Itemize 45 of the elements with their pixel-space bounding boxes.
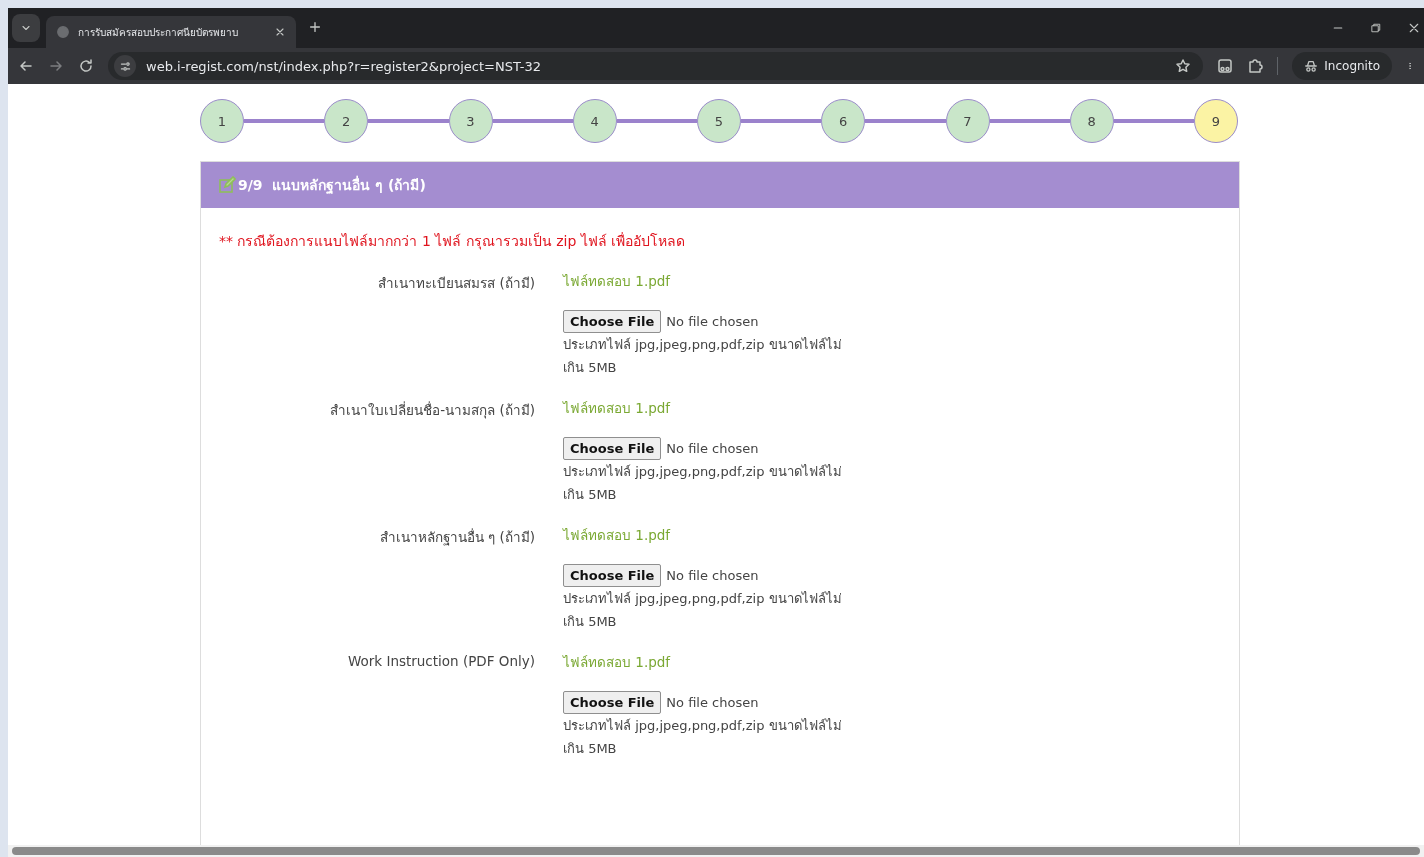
edit-icon [218,176,236,194]
file-hint: ประเภทไฟล์ jpg,jpeg,png,pdf,zip ขนาดไฟล์ไม่ เกิน 5MB [563,463,843,504]
choose-file-button[interactable]: Choose File [563,564,662,587]
back-arrow-icon[interactable] [18,58,34,74]
step-circle: 3 [448,99,493,143]
choose-file-button[interactable]: Choose File [563,310,662,333]
field-label: สำเนาทะเบียนสมรส (ถ้ามี) [377,274,535,293]
file-status: No file chosen [666,695,759,710]
restore-icon[interactable] [1370,22,1382,34]
incognito-icon[interactable] [1304,59,1319,73]
horizontal-scrollbar[interactable] [8,845,1424,857]
puzzle-icon[interactable] [1247,58,1264,74]
step-circle: 6 [821,99,866,143]
card-title: 9/9 แนบหลักฐานอื่น ๆ (ถ้ามี) [238,174,426,196]
step-circle: 1 [200,99,244,143]
step-circle: 7 [945,99,990,143]
upload-note: ** กรณีต้องการแนบไฟล์มากกว่า 1 ไฟล์ กรุณารวมเป็น zip ไฟล์ เพื่ออัปโหลด [219,231,687,252]
uploaded-file-name: ไฟล์ทดสอบ 1.pdf [563,653,672,672]
reload-icon[interactable] [78,58,94,74]
uploaded-file-name: ไฟล์ทดสอบ 1.pdf [563,399,672,418]
file-hint: ประเภทไฟล์ jpg,jpeg,png,pdf,zip ขนาดไฟล์ไม่ เกิน 5MB [563,336,843,377]
file-status: No file chosen [666,441,759,456]
step-circle: 8 [1069,99,1114,143]
incognito-button[interactable]: Incognito [1292,52,1392,80]
reader-icon[interactable] [1217,58,1234,74]
uploaded-file-name: ไฟล์ทดสอบ 1.pdf [563,526,672,545]
step-circle: 2 [324,99,369,143]
field-label: สำเนาหลักฐานอื่น ๆ (ถ้ามี) [378,527,535,548]
field-label: Work Instruction (PDF Only) [346,652,535,671]
star-icon[interactable] [1175,58,1192,74]
close-icon[interactable] [274,26,286,38]
choose-file-button[interactable]: Choose File [563,437,662,460]
step-circle: 5 [697,99,741,143]
file-status: No file chosen [666,568,759,583]
field-label: สำเนาใบเปลี่ยนชื่อ-นามสกุล (ถ้ามี) [329,400,535,421]
plus-icon[interactable] [308,19,322,34]
step-circle: 9 [1194,99,1238,143]
uploaded-file-name: ไฟล์ทดสอบ 1.pdf [563,272,672,291]
file-hint: ประเภทไฟล์ jpg,jpeg,png,pdf,zip ขนาดไฟล์ไม่ เกิน 5MB [563,590,843,631]
file-hint: ประเภทไฟล์ jpg,jpeg,png,pdf,zip ขนาดไฟล์ไม่ เกิน 5MB [563,717,843,758]
choose-file-button[interactable]: Choose File [563,691,662,714]
step-circle: 4 [572,99,617,143]
browser-tab[interactable]: การรับสมัครสอบประกาศนียบัตรพยาบ [46,16,296,48]
file-status: No file chosen [666,314,759,329]
close-icon[interactable] [1408,22,1420,34]
